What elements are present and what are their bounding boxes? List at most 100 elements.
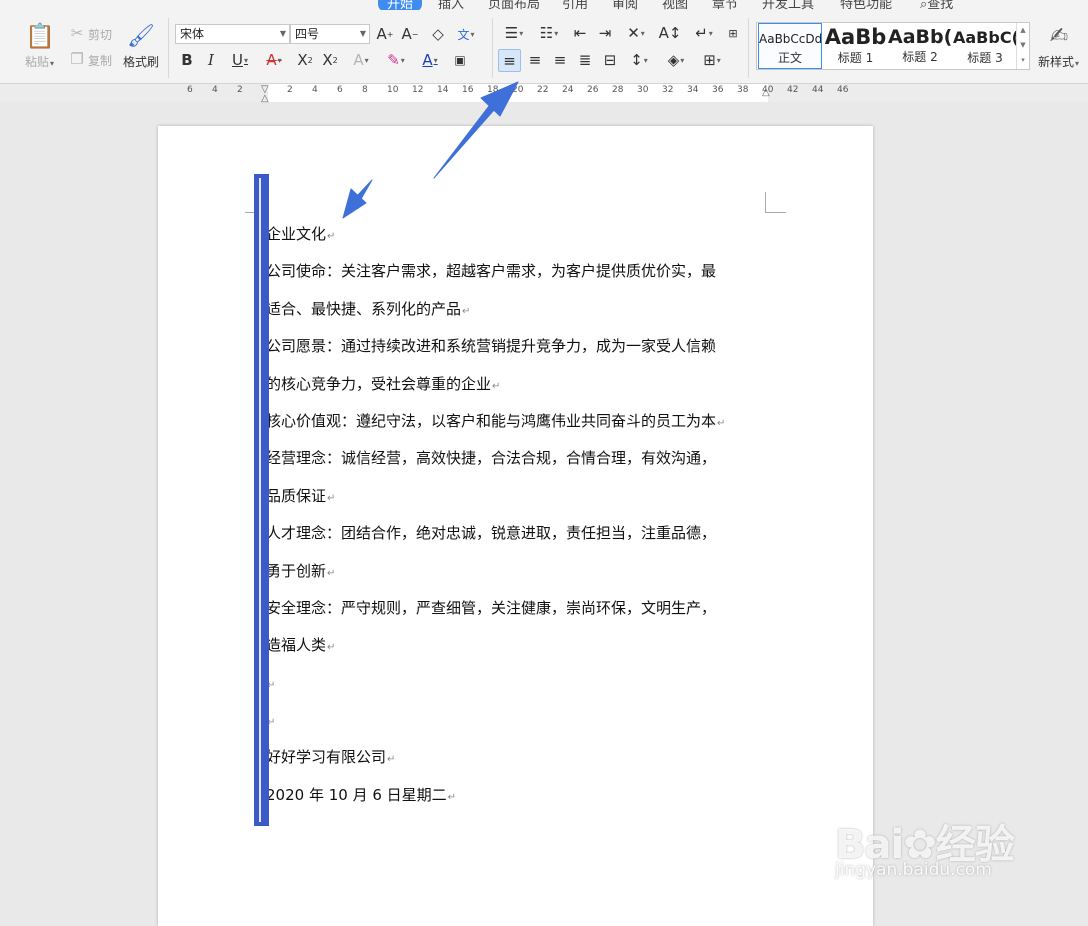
- tab-review[interactable]: 审阅: [612, 0, 638, 10]
- ruler-tick-label: 28: [612, 85, 624, 95]
- copy-button[interactable]: 复制: [88, 52, 112, 69]
- ruler-tick-label: 24: [562, 85, 574, 95]
- decrease-indent-icon[interactable]: ⇤: [570, 23, 590, 43]
- font-color-icon[interactable]: A ▾: [416, 50, 444, 70]
- tab-chapter[interactable]: 章节: [712, 0, 738, 10]
- left-indent-marker[interactable]: △: [261, 93, 269, 104]
- tab-developer[interactable]: 开发工具: [762, 0, 814, 10]
- tab-insert[interactable]: 插入: [438, 0, 464, 10]
- line-spacing-icon[interactable]: ↕ ▾: [625, 50, 653, 70]
- font-name-value: 宋体: [180, 27, 205, 41]
- styles-gallery: AaBbCcDd 正文 AaBb 标题 1 AaBb( 标题 2 AaBbC( …: [756, 22, 1030, 70]
- style-sample: AaBbCcDd: [759, 32, 821, 46]
- style-normal[interactable]: AaBbCcDd 正文: [758, 23, 822, 69]
- style-sample: AaBb: [824, 25, 887, 49]
- ruler-tick-label: 32: [662, 85, 674, 95]
- styles-scroll[interactable]: ▲ ▼ ▾: [1016, 23, 1029, 69]
- group-divider: [168, 18, 169, 78]
- font-size-select[interactable]: 四号 ▼: [290, 24, 370, 44]
- doc-empty-paragraph[interactable]: ↵: [266, 702, 786, 739]
- style-heading-3[interactable]: AaBbC( 标题 3: [953, 23, 1017, 69]
- style-heading-1[interactable]: AaBb 标题 1: [824, 23, 887, 69]
- align-center-icon[interactable]: ≡: [525, 50, 545, 70]
- find-tab[interactable]: ⌕查找: [920, 0, 953, 10]
- chinese-layout-icon[interactable]: ✕ ▾: [622, 23, 650, 43]
- doc-paragraph[interactable]: 安全理念：严守规则，严查细管，关注健康，崇尚环保，文明生产，: [266, 590, 786, 627]
- doc-title[interactable]: 企业文化↵: [266, 216, 786, 253]
- new-style-icon[interactable]: ✍: [1046, 22, 1072, 50]
- ruler-tick-label: 22: [537, 85, 549, 95]
- tab-special-features[interactable]: 特色功能: [840, 0, 892, 10]
- phonetic-guide-icon[interactable]: 文 ▾: [455, 23, 477, 45]
- subscript-icon[interactable]: X2: [320, 50, 340, 70]
- tab-references[interactable]: 引用: [562, 0, 588, 10]
- underline-icon[interactable]: U ▾: [226, 50, 254, 70]
- tab-home[interactable]: 开始: [378, 0, 423, 10]
- doc-paragraph[interactable]: 的核心竞争力，受社会尊重的企业↵: [266, 366, 786, 403]
- doc-empty-paragraph[interactable]: ↵: [266, 665, 786, 702]
- shrink-font-icon[interactable]: A −: [400, 24, 420, 44]
- tab-page-layout[interactable]: 页面布局: [488, 0, 540, 10]
- paste-button[interactable]: 粘贴▾: [25, 53, 54, 70]
- horizontal-ruler[interactable]: 6 4 2 2 4 6 8 10 12 14 16 18 20 22 24 26 28 30 32 34 36 38 40 4…: [0, 84, 1088, 104]
- strikethrough-icon[interactable]: A ▾: [260, 50, 288, 70]
- increase-indent-icon[interactable]: ⇥: [595, 23, 615, 43]
- doc-date[interactable]: 2020 年 10 月 6 日星期二↵: [266, 777, 786, 814]
- ruler-tick-label: 46: [837, 85, 849, 95]
- text-direction-icon[interactable]: A↕: [659, 23, 682, 43]
- borders-icon[interactable]: ⊞ ▾: [698, 50, 726, 70]
- style-sample: AaBbC(: [953, 28, 1017, 47]
- doc-paragraph[interactable]: 公司愿景：通过持续改进和系统营销提升竞争力，成为一家受人信赖: [266, 328, 786, 365]
- paragraph-mark: ↵: [717, 417, 726, 429]
- text-effect-icon[interactable]: A ▾: [348, 50, 374, 70]
- paragraph-mark: ↵: [387, 754, 396, 766]
- distributed-icon[interactable]: ⊟: [600, 50, 620, 70]
- chevron-down-icon: ▼: [279, 29, 286, 38]
- doc-paragraph[interactable]: 人才理念：团结合作，绝对忠诚，锐意进取，责任担当，注重品德，: [266, 515, 786, 552]
- ruler-tick-label: 8: [362, 85, 368, 95]
- chevron-down-icon: ▼: [359, 29, 366, 38]
- highlight-icon[interactable]: ✎ ▾: [382, 50, 410, 70]
- shading-icon[interactable]: ◈ ▾: [662, 50, 690, 70]
- italic-icon[interactable]: I: [202, 50, 220, 70]
- doc-paragraph[interactable]: 勇于创新↵: [266, 553, 786, 590]
- ruler-tick-label: 34: [687, 85, 699, 95]
- style-name: 标题 1: [837, 51, 874, 65]
- doc-paragraph[interactable]: 造福人类↵: [266, 627, 786, 664]
- numbered-list-icon[interactable]: ☷ ▾: [535, 23, 563, 43]
- doc-paragraph[interactable]: 品质保证↵: [266, 478, 786, 515]
- ruler-icon[interactable]: ⊞: [722, 23, 744, 43]
- justify-icon[interactable]: ≣: [575, 50, 595, 70]
- doc-paragraph[interactable]: 适合、最快捷、系列化的产品↵: [266, 291, 786, 328]
- style-name: 正文: [777, 51, 802, 65]
- ruler-tick-label: 30: [637, 85, 649, 95]
- margin-corner-mark: [765, 192, 786, 213]
- style-heading-2[interactable]: AaBb( 标题 2: [888, 23, 952, 69]
- tab-view[interactable]: 视图: [662, 0, 688, 10]
- right-indent-marker[interactable]: △: [762, 87, 770, 98]
- new-style-button[interactable]: 新样式▾: [1038, 53, 1079, 70]
- group-divider: [748, 18, 749, 78]
- document-body[interactable]: 企业文化↵ 公司使命：关注客户需求，超越客户需求，为客户提供质优价实，最 适合、…: [266, 216, 786, 814]
- bullet-list-icon[interactable]: ☰ ▾: [500, 23, 528, 43]
- doc-paragraph[interactable]: 核心价值观：遵纪守法，以客户和能与鸿鹰伟业共同奋斗的员工为本↵: [266, 403, 786, 440]
- show-marks-icon[interactable]: ↵ ▾: [690, 23, 718, 43]
- doc-paragraph[interactable]: 经营理念：诚信经营，高效快捷，合法合规，合情合理，有效沟通，: [266, 440, 786, 477]
- scissors-icon[interactable]: ✂: [68, 24, 86, 42]
- clear-format-icon[interactable]: ◇: [428, 24, 448, 44]
- cut-button[interactable]: 剪切: [88, 26, 112, 43]
- format-painter-icon[interactable]: 🖌: [127, 22, 155, 50]
- format-painter-button[interactable]: 格式刷: [123, 53, 159, 70]
- grow-font-icon[interactable]: A +: [375, 24, 395, 44]
- superscript-icon[interactable]: X2: [295, 50, 315, 70]
- paste-icon[interactable]: 📋: [25, 22, 55, 50]
- doc-paragraph[interactable]: 公司使命：关注客户需求，超越客户需求，为客户提供质优价实，最: [266, 253, 786, 290]
- bold-icon[interactable]: B: [178, 50, 196, 70]
- align-right-icon[interactable]: ≡: [550, 50, 570, 70]
- doc-company-name[interactable]: 好好学习有限公司↵: [266, 739, 786, 776]
- copy-icon[interactable]: ❐: [68, 50, 86, 68]
- character-border-icon[interactable]: ▣: [450, 50, 470, 70]
- align-left-icon[interactable]: ≡: [498, 49, 521, 72]
- font-name-select[interactable]: 宋体 ▼: [175, 24, 290, 44]
- ruler-tick-label: 6: [187, 85, 193, 95]
